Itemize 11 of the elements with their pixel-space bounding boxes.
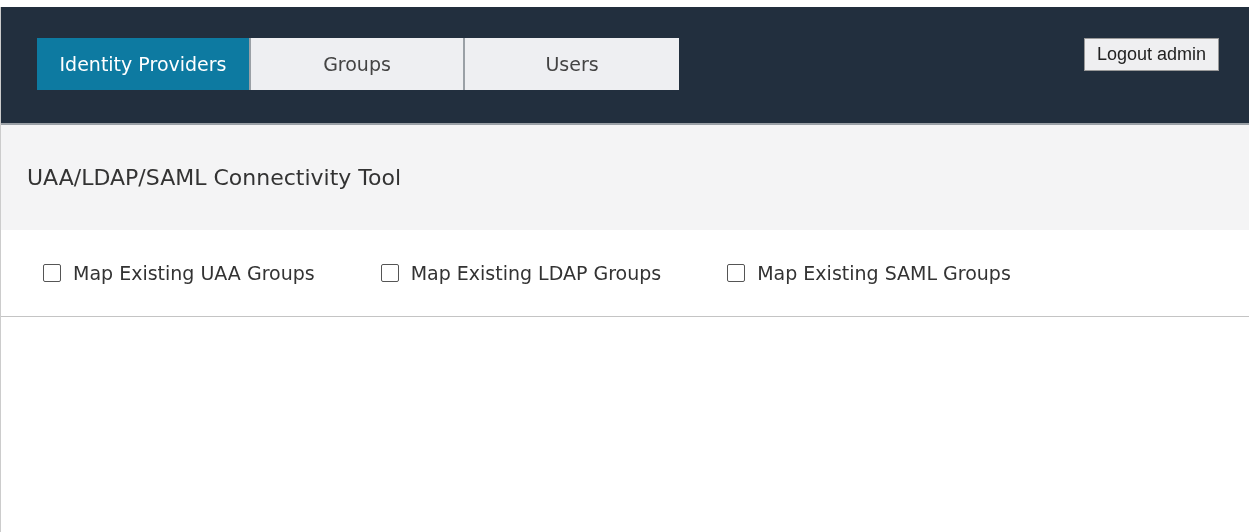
checkbox[interactable] <box>727 264 746 282</box>
page-title: UAA/LDAP/SAML Connectivity Tool <box>27 165 401 190</box>
checkbox-label: Map Existing LDAP Groups <box>410 262 662 284</box>
nav-tab[interactable]: Groups <box>251 38 465 90</box>
checkbox-label: Map Existing UAA Groups <box>73 262 315 284</box>
checkbox[interactable] <box>43 264 61 282</box>
checkbox-label: Map Existing SAML Groups <box>757 262 1011 284</box>
nav-tab[interactable]: Users <box>465 38 679 90</box>
checkbox[interactable] <box>380 264 399 282</box>
nav-tab[interactable]: Identity Providers <box>37 38 251 90</box>
logout-button[interactable]: Logout admin <box>1083 38 1219 71</box>
